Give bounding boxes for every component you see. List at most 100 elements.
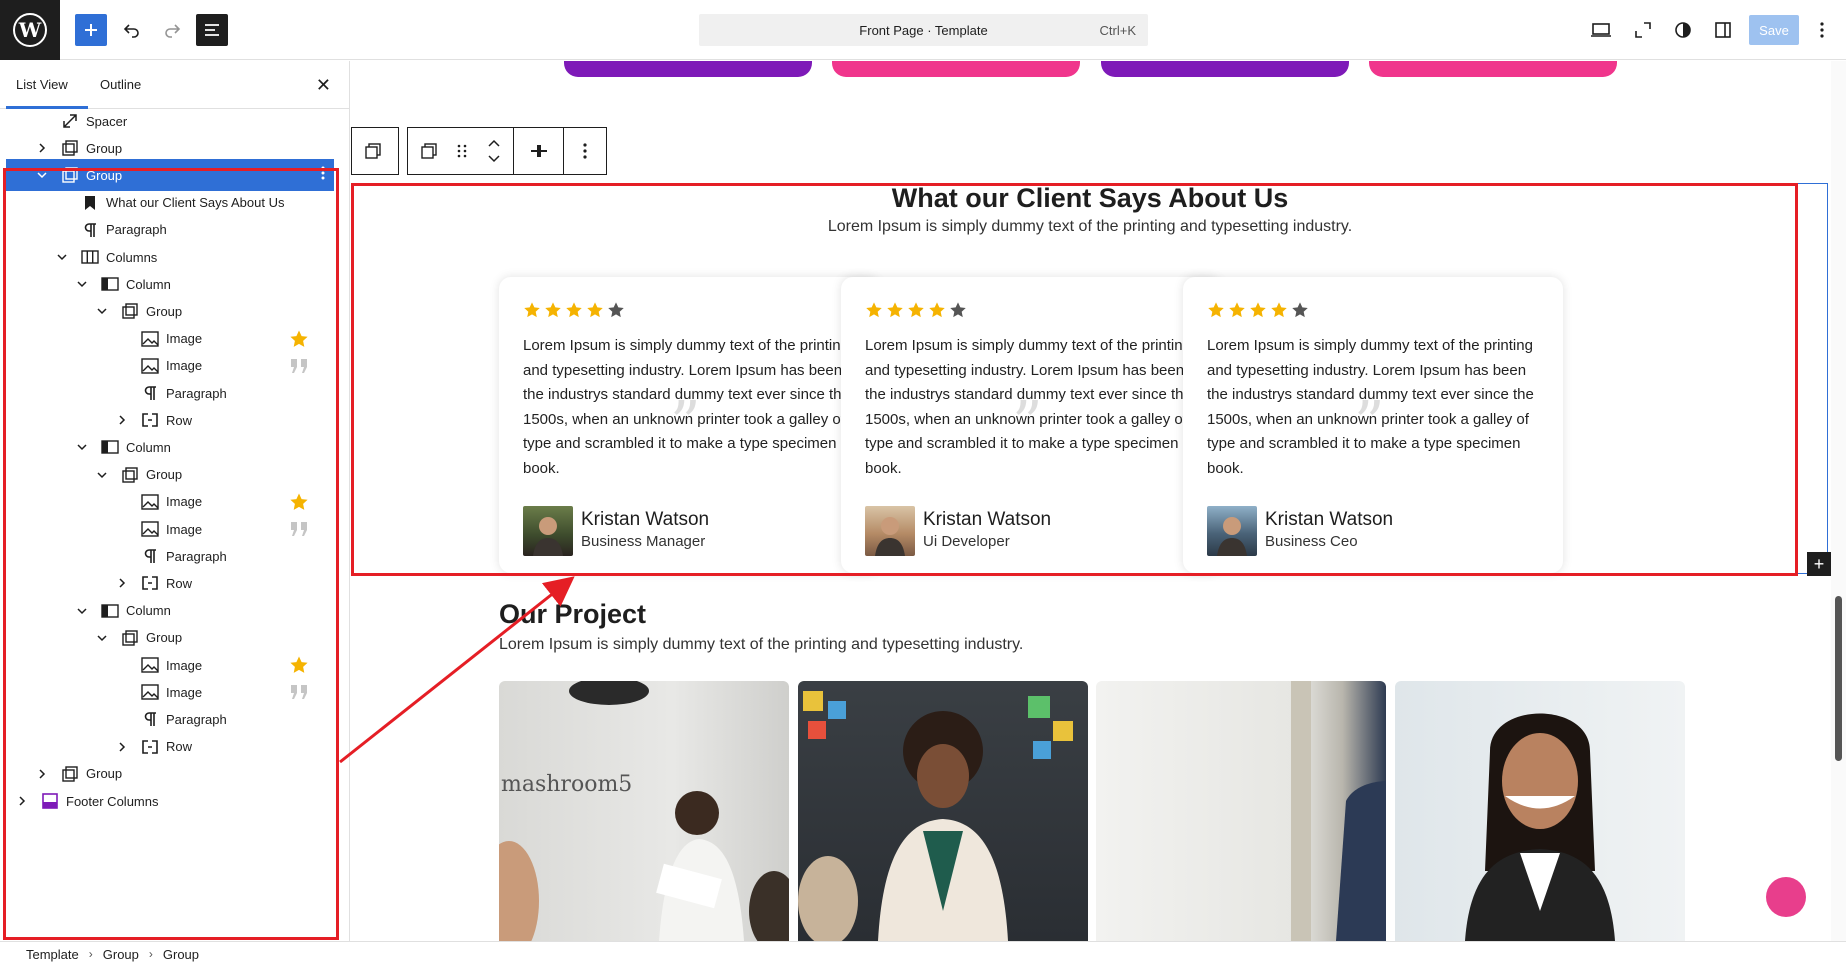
tree-item-label: Row	[166, 412, 193, 428]
quote-icon	[288, 355, 310, 377]
tree-item-label: Row	[166, 575, 193, 591]
undo-icon[interactable]	[116, 14, 148, 46]
purple-button-shape	[564, 61, 812, 77]
more-options-icon[interactable]	[1806, 14, 1838, 46]
item-options-icon[interactable]	[320, 165, 326, 185]
breadcrumb-item[interactable]: Group	[163, 947, 199, 962]
drag-handle-icon[interactable]	[450, 128, 474, 174]
add-block-appender-icon[interactable]: +	[1807, 552, 1831, 576]
chevron-down-icon[interactable]	[34, 167, 50, 183]
tree-item-label: Image	[166, 494, 203, 510]
image-icon	[140, 655, 160, 675]
select-parent-button[interactable]	[351, 127, 399, 175]
canvas-scrollbar[interactable]	[1831, 61, 1846, 941]
justify-icon[interactable]	[514, 128, 564, 174]
group-icon[interactable]	[408, 128, 450, 174]
row-icon	[140, 737, 160, 757]
paragraph-icon	[140, 546, 160, 566]
tree-item-label: Image	[166, 684, 203, 700]
row-icon	[140, 573, 160, 593]
redo-icon[interactable]	[156, 14, 188, 46]
chat-fab-button[interactable]	[1766, 877, 1806, 917]
group-icon	[60, 764, 80, 784]
block-options-icon[interactable]	[564, 128, 606, 174]
project-image[interactable]: mashroom5	[499, 681, 789, 941]
chevron-right-icon[interactable]	[34, 140, 50, 156]
wordpress-logo-icon[interactable]: W	[0, 0, 60, 60]
chevron-down-icon[interactable]	[94, 303, 110, 319]
command-palette-bar[interactable]: Front Page · Template Ctrl+K	[699, 14, 1148, 46]
scrollbar-thumb[interactable]	[1835, 596, 1842, 761]
tree-item-label: What our Client Says About Us	[106, 195, 285, 211]
tree-item-label: Row	[166, 739, 193, 755]
tree-item-label: Group	[146, 630, 183, 646]
group-icon	[352, 128, 394, 174]
pink-button-shape	[1369, 61, 1617, 77]
settings-sidebar-icon[interactable]	[1707, 14, 1739, 46]
document-overview-icon[interactable]	[196, 14, 228, 46]
move-up-down-icon[interactable]	[474, 128, 514, 174]
tab-outline[interactable]: Outline	[100, 77, 141, 92]
chevron-right-icon: ›	[88, 947, 93, 961]
group-icon	[120, 465, 140, 485]
tree-item-label: Paragraph	[166, 711, 227, 727]
chevron-down-icon[interactable]	[54, 249, 70, 265]
project-subtitle[interactable]: Lorem Ipsum is simply dummy text of the …	[499, 636, 1023, 654]
group-icon	[60, 165, 80, 185]
image-icon	[140, 682, 160, 702]
spacer-icon	[60, 111, 80, 131]
tree-item-label: Image	[166, 331, 203, 347]
tree-item-label: Footer Columns	[66, 793, 159, 809]
tree-item-label: Group	[146, 467, 183, 483]
desktop-view-icon[interactable]	[1585, 14, 1617, 46]
columns-icon	[80, 247, 100, 267]
project-image[interactable]	[1096, 681, 1386, 941]
chevron-down-icon[interactable]	[74, 276, 90, 292]
paragraph-icon	[140, 383, 160, 403]
group-icon	[120, 628, 140, 648]
chevron-right-icon[interactable]	[14, 793, 30, 809]
tree-item-label: Paragraph	[166, 548, 227, 564]
tree-item-footer-columns[interactable]: Footer Columns	[6, 785, 334, 817]
chevron-right-icon[interactable]	[114, 412, 130, 428]
image-icon	[140, 356, 160, 376]
column-icon	[100, 274, 120, 294]
star-icon	[288, 328, 310, 350]
chevron-right-icon[interactable]	[114, 575, 130, 591]
chevron-down-icon[interactable]	[74, 439, 90, 455]
chevron-right-icon: ›	[148, 947, 153, 961]
tree-item-label: Image	[166, 657, 203, 673]
tree-item-label: Columns	[106, 249, 158, 265]
block-toolbar	[351, 127, 607, 175]
shortcut-hint: Ctrl+K	[1099, 23, 1136, 38]
editor-canvas: What our Client Says About Us Lorem Ipsu…	[351, 61, 1831, 941]
paragraph-icon	[80, 220, 100, 240]
tab-list-view[interactable]: List View	[16, 77, 68, 92]
group-icon	[60, 138, 80, 158]
save-button[interactable]: Save	[1749, 15, 1799, 45]
project-heading[interactable]: Our Project	[499, 599, 646, 630]
project-image[interactable]	[1395, 681, 1685, 941]
tree-item-label: Group	[86, 140, 123, 156]
project-image[interactable]	[798, 681, 1088, 941]
close-icon[interactable]: ✕	[316, 75, 331, 96]
tree-item-label: Spacer	[86, 113, 128, 129]
tree-item-label: Column	[126, 439, 171, 455]
tree-item-label: Group	[86, 766, 123, 782]
purple-button-shape	[1101, 61, 1349, 77]
tree-item-label: Paragraph	[106, 222, 167, 238]
breadcrumb-item[interactable]: Group	[103, 947, 139, 962]
image-icon	[140, 492, 160, 512]
breadcrumb-item[interactable]: Template	[26, 947, 79, 962]
row-icon	[140, 410, 160, 430]
paragraph-icon	[140, 709, 160, 729]
svg-text:mashroom5: mashroom5	[501, 772, 632, 797]
chevron-down-icon[interactable]	[94, 630, 110, 646]
styles-contrast-icon[interactable]	[1667, 14, 1699, 46]
chevron-down-icon[interactable]	[74, 603, 90, 619]
chevron-right-icon[interactable]	[34, 766, 50, 782]
chevron-right-icon[interactable]	[114, 739, 130, 755]
fullscreen-icon[interactable]	[1627, 14, 1659, 46]
add-block-button[interactable]	[75, 14, 107, 46]
chevron-down-icon[interactable]	[94, 467, 110, 483]
